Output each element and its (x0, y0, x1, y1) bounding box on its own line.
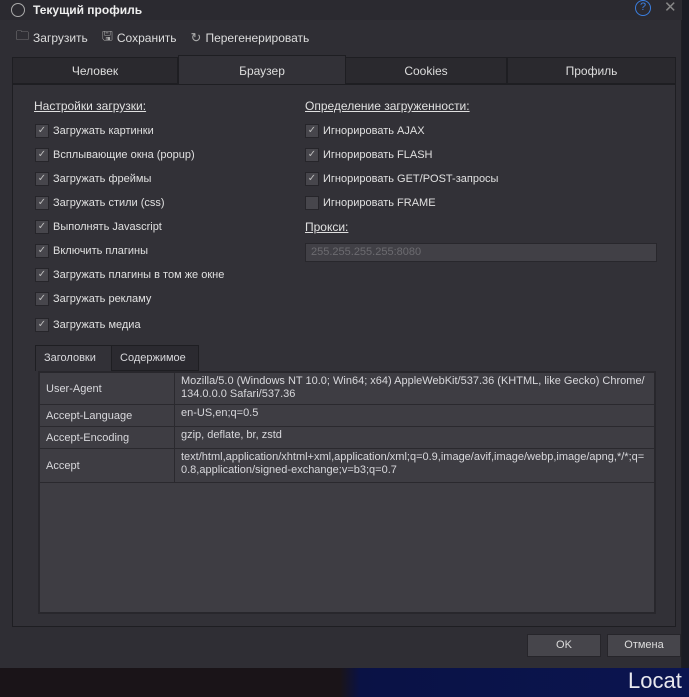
checkbox-label: Загружать медиа (53, 319, 141, 331)
checkbox-label: Загружать рекламу (53, 293, 152, 305)
table-row[interactable]: Accept-Encoding gzip, deflate, br, zstd (40, 427, 654, 449)
checkbox-label: Игнорировать FLASH (323, 149, 433, 161)
checkbox-option[interactable]: Игнорировать FRAME (305, 196, 436, 210)
save-button[interactable]: 🖫 Сохранить (102, 27, 177, 49)
checkbox-label: Всплывающие окна (popup) (53, 149, 195, 161)
checkbox-option[interactable]: ✓ Игнорировать GET/POST-запросы (305, 172, 498, 186)
table-row[interactable]: User-Agent Mozilla/5.0 (Windows NT 10.0; … (40, 373, 654, 405)
checkbox-option[interactable]: ✓ Игнорировать FLASH (305, 148, 432, 162)
proxy-label: Прокси: (305, 220, 349, 234)
checkbox-label: Загружать плагины в том же окне (53, 269, 225, 281)
user-icon (11, 3, 25, 17)
checkmark-icon[interactable]: ✓ (35, 220, 49, 234)
checkmark-icon[interactable]: ✓ (35, 148, 49, 162)
checkbox-label: Выполнять Javascript (53, 221, 162, 233)
checkmark-icon[interactable]: ✓ (305, 172, 319, 186)
checkmark-icon[interactable]: ✓ (35, 172, 49, 186)
checkmark-icon[interactable]: ✓ (35, 268, 49, 282)
checkbox-label: Игнорировать FRAME (323, 197, 436, 209)
tab-browser[interactable]: Браузер (178, 55, 346, 85)
close-icon[interactable]: ✕ (664, 0, 677, 16)
checkbox-label: Загружать стили (css) (53, 197, 165, 209)
header-name: Accept-Encoding (40, 427, 175, 448)
checkmark-icon[interactable]: ✓ (35, 244, 49, 258)
header-value: Mozilla/5.0 (Windows NT 10.0; Win64; x64… (181, 375, 645, 400)
checkbox-option[interactable]: ✓ Игнорировать AJAX (305, 124, 425, 138)
load-detect-heading: Определение загруженности: (305, 99, 470, 113)
checkbox-option[interactable]: ✓ Выполнять Javascript (35, 220, 162, 234)
background-app (682, 0, 689, 668)
toolbar: 🗀 Загрузить 🖫 Сохранить ↻ Перегенерировать (16, 27, 309, 49)
profile-dialog: Текущий профиль ? ✕ 🗀 Загрузить 🖫 Сохранит… (0, 0, 682, 668)
background-text: Locat (628, 668, 682, 693)
checkbox-label: Игнорировать AJAX (323, 125, 425, 137)
regenerate-button[interactable]: ↻ Перегенерировать (191, 27, 310, 49)
header-name: Accept-Language (40, 405, 175, 426)
table-row[interactable]: Accept-Language en-US,en;q=0.5 (40, 405, 654, 427)
tab-profile[interactable]: Профиль (507, 57, 676, 84)
subtab-content[interactable]: Содержимое (111, 345, 199, 371)
load-button[interactable]: 🗀 Загрузить (16, 27, 88, 49)
header-value: gzip, deflate, br, zstd (181, 429, 282, 441)
load-settings-heading: Настройки загрузки: (34, 99, 147, 113)
checkbox-label: Загружать фреймы (53, 173, 152, 185)
cancel-button[interactable]: Отмена (607, 634, 681, 657)
checkmark-icon[interactable]: ✓ (35, 292, 49, 306)
dialog-title: Текущий профиль (33, 3, 143, 17)
tab-cookies[interactable]: Cookies (345, 57, 507, 84)
checkbox-empty[interactable] (305, 196, 319, 210)
save-icon: 🖫 (101, 28, 113, 43)
header-name: Accept (40, 449, 175, 482)
checkmark-icon[interactable]: ✓ (35, 196, 49, 210)
checkmark-icon[interactable]: ✓ (35, 124, 49, 138)
header-name: User-Agent (40, 373, 175, 404)
checkbox-label: Игнорировать GET/POST-запросы (323, 173, 499, 185)
table-row[interactable]: Accept text/html,application/xhtml+xml,ap… (40, 449, 654, 483)
refresh-icon: ↻ (190, 30, 202, 45)
folder-icon: 🗀 (16, 28, 30, 43)
help-icon[interactable]: ? (635, 0, 651, 16)
subtab-headers[interactable]: Заголовки (35, 345, 112, 371)
tab-person[interactable]: Человек (12, 57, 178, 84)
checkmark-icon[interactable]: ✓ (35, 318, 49, 332)
checkbox-label: Включить плагины (53, 245, 149, 257)
checkbox-label: Загружать картинки (53, 125, 154, 137)
ok-button[interactable]: OK (527, 634, 601, 657)
checkbox-option[interactable]: ✓ Загружать стили (css) (35, 196, 165, 210)
checkmark-icon[interactable]: ✓ (305, 148, 319, 162)
checkbox-option[interactable]: ✓ Загружать картинки (35, 124, 154, 138)
checkbox-option[interactable]: ✓ Загружать фреймы (35, 172, 151, 186)
checkbox-option[interactable]: ✓ Всплывающие окна (popup) (35, 148, 195, 162)
checkbox-option[interactable]: ✓ Включить плагины (35, 244, 148, 258)
checkbox-option[interactable]: ✓ Загружать рекламу (35, 292, 151, 306)
header-value: en-US,en;q=0.5 (181, 407, 259, 419)
background-app-bottom (0, 668, 689, 697)
proxy-input[interactable]: 255.255.255.255:8080 (305, 243, 657, 262)
title-bar: Текущий профиль (0, 0, 682, 20)
headers-table: User-Agent Mozilla/5.0 (Windows NT 10.0; … (38, 371, 656, 614)
checkbox-option[interactable]: ✓ Загружать медиа (35, 318, 141, 332)
checkbox-option[interactable]: ✓ Загружать плагины в том же окне (35, 268, 224, 282)
header-value: text/html,application/xhtml+xml,applicat… (181, 451, 645, 476)
checkmark-icon[interactable]: ✓ (305, 124, 319, 138)
